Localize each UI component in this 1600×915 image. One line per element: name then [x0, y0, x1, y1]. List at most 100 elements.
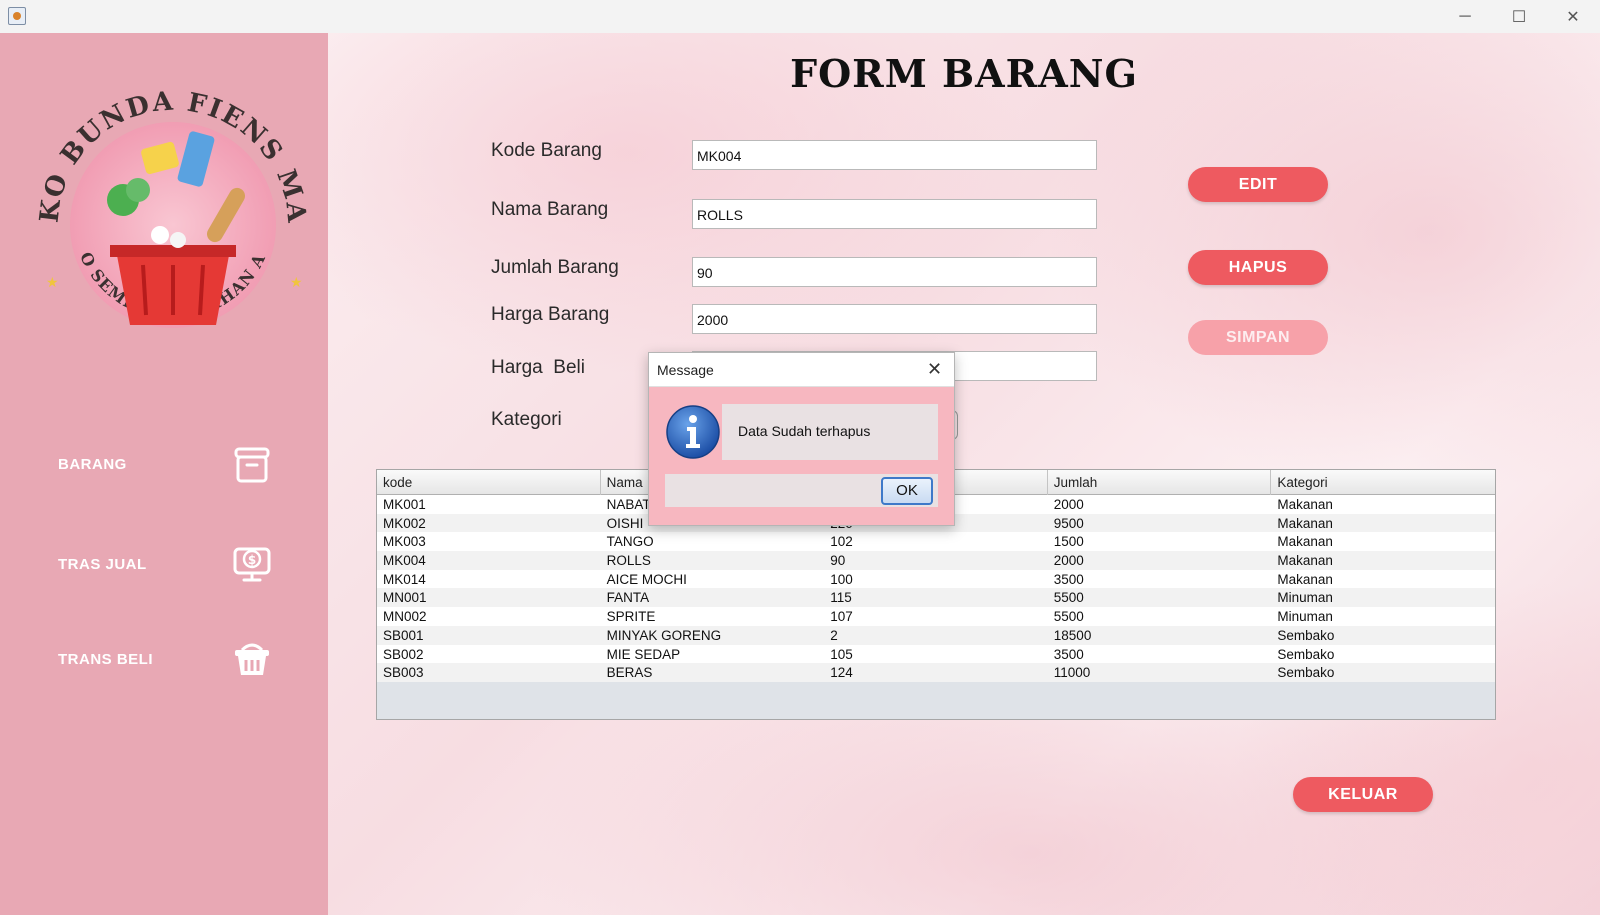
table-cell: 3500 [1053, 571, 1084, 587]
table-cell: MK001 [383, 497, 426, 512]
dialog-message-area: Data Sudah terhapus [722, 404, 938, 460]
table-cell: Sembako [1277, 627, 1335, 643]
simpan-button[interactable]: SIMPAN [1188, 320, 1328, 355]
sidebar-item-trans-beli[interactable]: TRANS BELI [0, 630, 328, 690]
sidebar-item-tras-jual[interactable]: TRAS JUAL $ [0, 535, 328, 595]
basket-icon [235, 643, 269, 675]
table-cell: Minuman [1277, 609, 1333, 625]
table-cell: 5500 [1053, 609, 1084, 625]
table-row[interactable]: MK014 AICE MOCHI 100 3500 Makanan [377, 569, 1495, 589]
dialog-close-button[interactable]: ✕ [927, 359, 942, 380]
ok-button[interactable]: OK [881, 477, 933, 505]
sidebar-item-label: BARANG [58, 456, 127, 473]
table-cell: 1500 [1053, 534, 1084, 550]
dialog-title: Message [657, 362, 714, 378]
table-cell: Makanan [1277, 553, 1333, 569]
svg-text:$: $ [248, 553, 256, 567]
table-cell: 107 [830, 609, 853, 625]
info-icon [666, 405, 720, 459]
table-row[interactable]: SB001 MINYAK GORENG 2 18500 Sembako [377, 625, 1495, 645]
table-cell: MN001 [383, 590, 427, 606]
dialog-titlebar: Message ✕ [649, 353, 954, 387]
jumlah-barang-label: Jumlah Barang [491, 257, 619, 278]
box-icon [234, 447, 270, 483]
table-cell: 90 [830, 553, 846, 569]
dialog-message: Data Sudah terhapus [738, 423, 871, 439]
harga-barang-field[interactable]: 2000 [692, 304, 1097, 334]
table-cell: 2000 [1053, 553, 1084, 569]
sidebar: TOKO BUNDA FIENS MART TOKO SEMBAKO PILIH… [0, 33, 328, 915]
table-cell: 5500 [1053, 590, 1084, 606]
table-cell: MK014 [383, 571, 426, 587]
table-cell: MK002 [383, 515, 426, 531]
table-cell: FANTA [606, 590, 650, 606]
table-cell: MK003 [383, 534, 426, 550]
table-row[interactable]: SB003 BERAS 124 11000 Sembako [377, 663, 1495, 682]
table-cell: SPRITE [606, 609, 656, 625]
table-cell: 100 [830, 571, 853, 587]
table-cell: MK004 [383, 553, 426, 569]
table-cell: Makanan [1277, 534, 1333, 550]
table-cell: AICE MOCHI [606, 571, 687, 587]
window-titlebar: ─ ☐ ✕ [0, 0, 1600, 33]
hapus-button[interactable]: HAPUS [1188, 250, 1328, 285]
column-header-kategori[interactable]: Kategori [1271, 470, 1495, 495]
message-dialog: Message ✕ Data Sudah terhapus OK [648, 352, 955, 526]
table-cell: MIE SEDAP [606, 646, 681, 662]
kode-barang-label: Kode Barang [491, 140, 602, 161]
table-cell: 2000 [1053, 497, 1084, 512]
column-header-jumlah[interactable]: Jumlah [1048, 470, 1272, 495]
table-cell: SB001 [383, 627, 424, 643]
table-cell: SB003 [383, 665, 424, 681]
keluar-button[interactable]: KELUAR [1293, 777, 1433, 812]
table-cell: 115 [830, 590, 852, 606]
close-window-button[interactable]: ✕ [1550, 0, 1596, 33]
sidebar-item-label: TRAS JUAL [58, 556, 147, 573]
jumlah-barang-field[interactable]: 90 [692, 257, 1097, 287]
svg-text:★: ★ [46, 274, 59, 290]
table-row[interactable]: MK003 TANGO 102 1500 Makanan [377, 532, 1495, 552]
java-app-icon [8, 7, 26, 25]
table-cell: 3500 [1053, 646, 1084, 662]
maximize-button[interactable]: ☐ [1496, 0, 1542, 33]
table-cell: 124 [830, 665, 853, 681]
store-logo: TOKO BUNDA FIENS MART TOKO SEMBAKO PILIH… [28, 75, 309, 328]
page-title: FORM BARANG [790, 51, 1138, 96]
edit-button[interactable]: EDIT [1188, 167, 1328, 202]
dialog-button-row: OK [665, 474, 938, 507]
table-cell: 9500 [1053, 515, 1084, 531]
table-cell: MN002 [383, 609, 427, 625]
table-cell: BERAS [606, 665, 653, 681]
svg-text:★: ★ [290, 274, 303, 290]
table-cell: Makanan [1277, 515, 1333, 531]
minimize-button[interactable]: ─ [1442, 0, 1488, 33]
table-cell: TANGO [606, 534, 654, 550]
table-row[interactable]: SB002 MIE SEDAP 105 3500 Sembako [377, 644, 1495, 664]
table-cell: 105 [830, 646, 853, 662]
table-cell: Makanan [1277, 497, 1333, 512]
table-row[interactable]: MK004 ROLLS 90 2000 Makanan [377, 551, 1495, 570]
table-cell: 2 [830, 627, 838, 643]
money-monitor-icon: $ [233, 547, 271, 582]
table-cell: Minuman [1277, 590, 1333, 606]
table-row[interactable]: MN001 FANTA 115 5500 Minuman [377, 588, 1495, 608]
kode-barang-field[interactable]: MK004 [692, 140, 1097, 170]
table-cell: MINYAK GORENG [606, 627, 722, 643]
harga-beli-label: Harga Beli [491, 357, 585, 378]
kategori-label: Kategori [491, 409, 562, 430]
table-cell: 102 [830, 534, 853, 550]
sidebar-item-barang[interactable]: BARANG [0, 435, 328, 495]
main-panel: FORM BARANG Kode Barang MK004 Nama Baran… [328, 33, 1600, 915]
harga-barang-label: Harga Barang [491, 304, 610, 325]
sidebar-item-label: TRANS BELI [58, 651, 153, 668]
table-cell: ROLLS [606, 553, 651, 569]
table-cell: Makanan [1277, 571, 1333, 587]
table-cell: 11000 [1053, 665, 1091, 681]
table-cell: 18500 [1053, 627, 1092, 643]
table-row[interactable]: MN002 SPRITE 107 5500 Minuman [377, 607, 1495, 626]
column-header-kode[interactable]: kode [377, 470, 601, 495]
nama-barang-field[interactable]: ROLLS [692, 199, 1097, 229]
table-cell: Sembako [1277, 665, 1335, 681]
table-cell: SB002 [383, 646, 424, 662]
table-cell: Sembako [1277, 646, 1335, 662]
